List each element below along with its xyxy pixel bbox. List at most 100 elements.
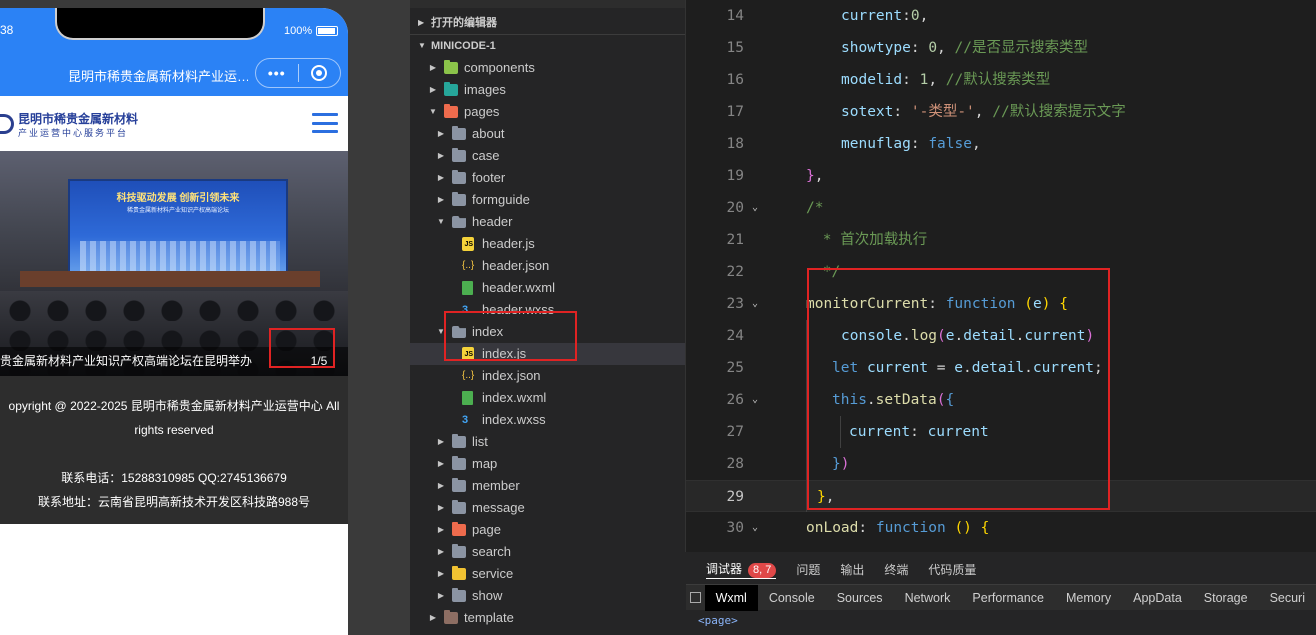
tree-item-label: map: [472, 456, 498, 471]
debug-tab[interactable]: 代码质量: [928, 561, 976, 578]
tree-item-index-wxml[interactable]: index.wxml: [410, 387, 686, 409]
menu-capsule: •••: [255, 58, 341, 88]
project-section[interactable]: ▼ MINICODE-1: [410, 34, 686, 56]
tree-item-show[interactable]: ▶ show: [410, 585, 686, 607]
tree-item-member[interactable]: ▶ member: [410, 475, 686, 497]
tree-item-header-js[interactable]: JS header.js: [410, 233, 686, 255]
tree-item-index-wxss[interactable]: 3 index.wxss: [410, 409, 686, 431]
line-number: 17: [726, 104, 744, 120]
code-line[interactable]: 30 ⌄ onLoad: function () {: [686, 512, 1316, 544]
fold-chevron-icon[interactable]: ⌄: [752, 512, 758, 544]
folder-icon: [452, 170, 466, 184]
chevron-right-icon: ▶: [437, 503, 445, 512]
line-number: 21: [726, 232, 744, 248]
fold-chevron-icon[interactable]: ⌄: [752, 288, 758, 320]
site-footer: opyright @ 2022-2025 昆明市稀贵金属新材料产业运营中心 Al…: [0, 376, 348, 524]
code-line[interactable]: 19},: [686, 160, 1316, 192]
tree-item-header-json[interactable]: {..} header.json: [410, 255, 686, 277]
tree-item-header-wxml[interactable]: header.wxml: [410, 277, 686, 299]
chevron-right-icon: ▶: [437, 195, 445, 204]
debug-tab[interactable]: 输出: [840, 561, 864, 578]
tree-item-formguide[interactable]: ▶ formguide: [410, 189, 686, 211]
panel-tab[interactable]: AppData: [1122, 585, 1193, 611]
tree-item-images[interactable]: ▶ images: [410, 79, 686, 101]
panel-tab[interactable]: Performance: [961, 585, 1055, 611]
debug-panel: 调试器 8, 7 问题 输出 终端 代码质量 Wxml Console Sources Netw…: [686, 552, 1316, 635]
hamburger-menu-icon[interactable]: [312, 113, 338, 133]
folder-icon: [444, 610, 458, 624]
tree-item-components[interactable]: ▶ components: [410, 57, 686, 79]
code-line[interactable]: 16 modelid: 1, //默认搜索类型: [686, 64, 1316, 96]
panel-tab[interactable]: Console: [758, 585, 826, 611]
tree-item-header[interactable]: ▼ header: [410, 211, 686, 233]
tree-item-template[interactable]: ▶ template: [410, 607, 686, 629]
folder-icon: [452, 522, 466, 536]
code-text: current:0,: [841, 8, 929, 24]
code-line[interactable]: 17 sotext: '-类型-', //默认搜索提示文字: [686, 96, 1316, 128]
line-number: 28: [726, 456, 744, 472]
chevron-right-icon: ▶: [437, 151, 445, 160]
panel-tab[interactable]: Network: [894, 585, 962, 611]
close-miniprogram-button[interactable]: [298, 65, 340, 81]
debug-tab[interactable]: 调试器 8, 7: [706, 560, 777, 579]
code-line[interactable]: 14 current:0,: [686, 0, 1316, 32]
banner-screen-subtitle: 稀贵金属新材料产业知识产权高端论坛: [126, 208, 229, 214]
code-line[interactable]: 20 ⌄ /*: [686, 192, 1316, 224]
panel-tab[interactable]: Wxml: [704, 584, 758, 611]
tree-item-footer[interactable]: ▶ footer: [410, 167, 686, 189]
code-line[interactable]: 21 * 首次加载执行: [686, 224, 1316, 256]
panel-tab[interactable]: Memory: [1055, 585, 1122, 611]
site-header: 昆明市稀贵金属新材料 产业运营中心服务平台: [0, 96, 348, 151]
tree-item-index-json[interactable]: {..} index.json: [410, 365, 686, 387]
folder-icon: [452, 478, 466, 492]
folder-icon: [452, 216, 466, 228]
mini-program-navbar: 昆明市稀贵金属新材料产业运… •••: [0, 48, 348, 96]
open-editors-section[interactable]: ▶ 打开的编辑器: [410, 12, 686, 34]
tree-item-label: header.json: [482, 258, 550, 273]
wxml-tree: <page>: [698, 614, 738, 627]
code-line[interactable]: 15 showtype: 0, //是否显示搜索类型: [686, 32, 1316, 64]
tree-item-about[interactable]: ▶ about: [410, 123, 686, 145]
banner-image-screen: 科技驱动发展 创新引领未来 稀贵金属新材料产业知识产权高端论坛: [68, 179, 288, 283]
tree-item-label: pages: [464, 104, 500, 119]
battery-indicator: 100%: [284, 25, 339, 37]
tree-item-list[interactable]: ▶ list: [410, 431, 686, 453]
line-number: 16: [726, 72, 744, 88]
navbar-title: 昆明市稀贵金属新材料产业运…: [68, 69, 248, 84]
status-bar: 38 100%: [0, 8, 348, 48]
logo-title: 昆明市稀贵金属新材料: [18, 112, 139, 126]
tree-item-label: template: [464, 610, 514, 625]
line-number: 22: [726, 264, 744, 280]
tree-item-label: header.wxml: [482, 280, 555, 295]
code-line[interactable]: 18 menuflag: false,: [686, 128, 1316, 160]
code-text: * 首次加载执行: [814, 232, 928, 248]
debug-tab[interactable]: 问题: [796, 561, 820, 578]
line-number: 26: [726, 392, 744, 408]
tree-item-label: message: [472, 500, 525, 515]
chevron-right-icon: ▶: [429, 63, 437, 72]
tree-item-label: index.wxss: [482, 412, 546, 427]
tree-item-case[interactable]: ▶ case: [410, 145, 686, 167]
phone-notch: [55, 8, 265, 40]
tree-item-page[interactable]: ▶ page: [410, 519, 686, 541]
tree-item-label: search: [472, 544, 512, 559]
tree-item-search[interactable]: ▶ search: [410, 541, 686, 563]
fold-chevron-icon[interactable]: ⌄: [752, 192, 758, 224]
panel-tab[interactable]: Securi: [1259, 585, 1316, 611]
panel-tab[interactable]: Storage: [1193, 585, 1259, 611]
code-text: },: [806, 168, 824, 184]
tree-item-service[interactable]: ▶ service: [410, 563, 686, 585]
tree-item-map[interactable]: ▶ map: [410, 453, 686, 475]
line-number: 20: [726, 200, 744, 216]
tree-item-message[interactable]: ▶ message: [410, 497, 686, 519]
panel-tab[interactable]: Sources: [826, 585, 894, 611]
fold-chevron-icon[interactable]: ⌄: [752, 384, 758, 416]
more-icon[interactable]: •••: [256, 65, 298, 81]
tree-item-pages[interactable]: ▼ pages: [410, 101, 686, 123]
code-text: modelid: 1, //默认搜索类型: [841, 72, 1051, 88]
chevron-right-icon: ▶: [437, 547, 445, 556]
debug-tab[interactable]: 终端: [884, 561, 908, 578]
code-text: /*: [806, 200, 824, 216]
chevron-down-icon: ▼: [418, 41, 426, 50]
inspect-element-icon[interactable]: [686, 585, 705, 611]
